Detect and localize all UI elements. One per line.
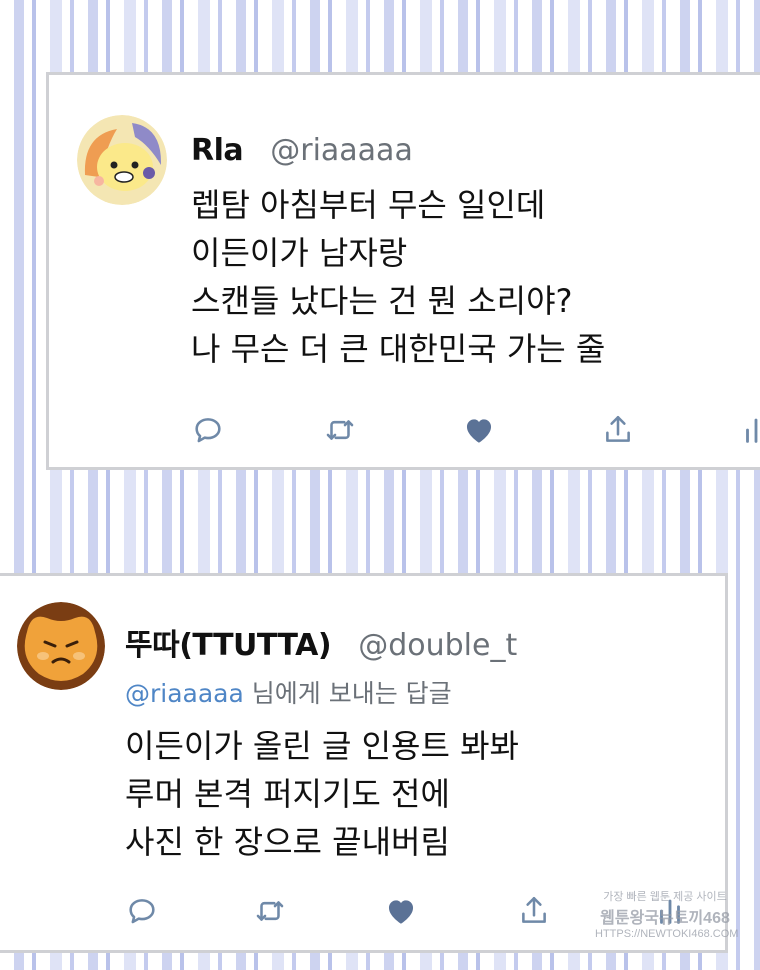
share-icon[interactable] <box>517 894 551 928</box>
tweet-text: 렙탐 아침부터 무슨 일인데 이든이가 남자랑 스캔들 났다는 건 뭔 소리야?… <box>191 181 605 373</box>
reply-to-label: 님에게 보내는 답글 <box>243 679 452 708</box>
watermark-line: 가장 빠른 웹툰 제공 사이트 <box>603 891 727 903</box>
tweet-text-line: 렙탐 아침부터 무슨 일인데 <box>191 186 546 224</box>
author-handle[interactable]: @riaaaaa <box>270 133 413 168</box>
tweet-card: Rla @riaaaaa 렙탐 아침부터 무슨 일인데 이든이가 남자랑 스캔들… <box>46 72 760 470</box>
watermark: 가장 빠른 웹툰 제공 사이트 웹툰왕국뉴토끼468 HTTPS://NEWTO… <box>595 888 739 940</box>
reply-icon[interactable] <box>191 413 225 447</box>
tweet-text-line: 사진 한 장으로 끝내버림 <box>125 823 450 861</box>
tweet-text-line: 나 무슨 더 큰 대한민국 가는 줄 <box>191 330 606 368</box>
reply-to-handle[interactable]: @riaaaaa <box>125 679 244 708</box>
watermark-line: 웹툰왕국뉴토끼468 <box>600 910 730 927</box>
tweet-text-line: 스캔들 났다는 건 뭔 소리야? <box>191 282 573 320</box>
share-icon[interactable] <box>601 413 635 447</box>
author-name[interactable]: 뚜따(TTUTTA) <box>125 628 332 663</box>
like-icon[interactable] <box>384 894 418 928</box>
tweet-header: 뚜따(TTUTTA) @double_t <box>125 620 517 664</box>
author-name[interactable]: Rla <box>191 133 244 168</box>
tweet-actions <box>191 413 760 453</box>
tweet-header: Rla @riaaaaa <box>191 133 413 168</box>
analytics-icon[interactable] <box>739 413 760 447</box>
retweet-icon[interactable] <box>323 413 357 447</box>
tweet-text-line: 이든이가 올린 글 인용트 봐봐 <box>125 727 519 765</box>
avatar[interactable] <box>77 115 167 205</box>
tweet-text-line: 이든이가 남자랑 <box>191 234 408 272</box>
tweet-text: 이든이가 올린 글 인용트 봐봐 루머 본격 퍼지기도 전에 사진 한 장으로 … <box>125 722 519 866</box>
retweet-icon[interactable] <box>253 894 287 928</box>
avatar[interactable] <box>17 602 105 690</box>
author-handle[interactable]: @double_t <box>358 628 517 663</box>
reply-icon[interactable] <box>125 894 159 928</box>
reply-context: @riaaaaa 님에게 보내는 답글 <box>125 674 452 710</box>
like-icon[interactable] <box>462 413 496 447</box>
tweet-text-line: 루머 본격 퍼지기도 전에 <box>125 775 450 813</box>
watermark-line: HTTPS://NEWTOKI468.COM <box>595 928 739 940</box>
